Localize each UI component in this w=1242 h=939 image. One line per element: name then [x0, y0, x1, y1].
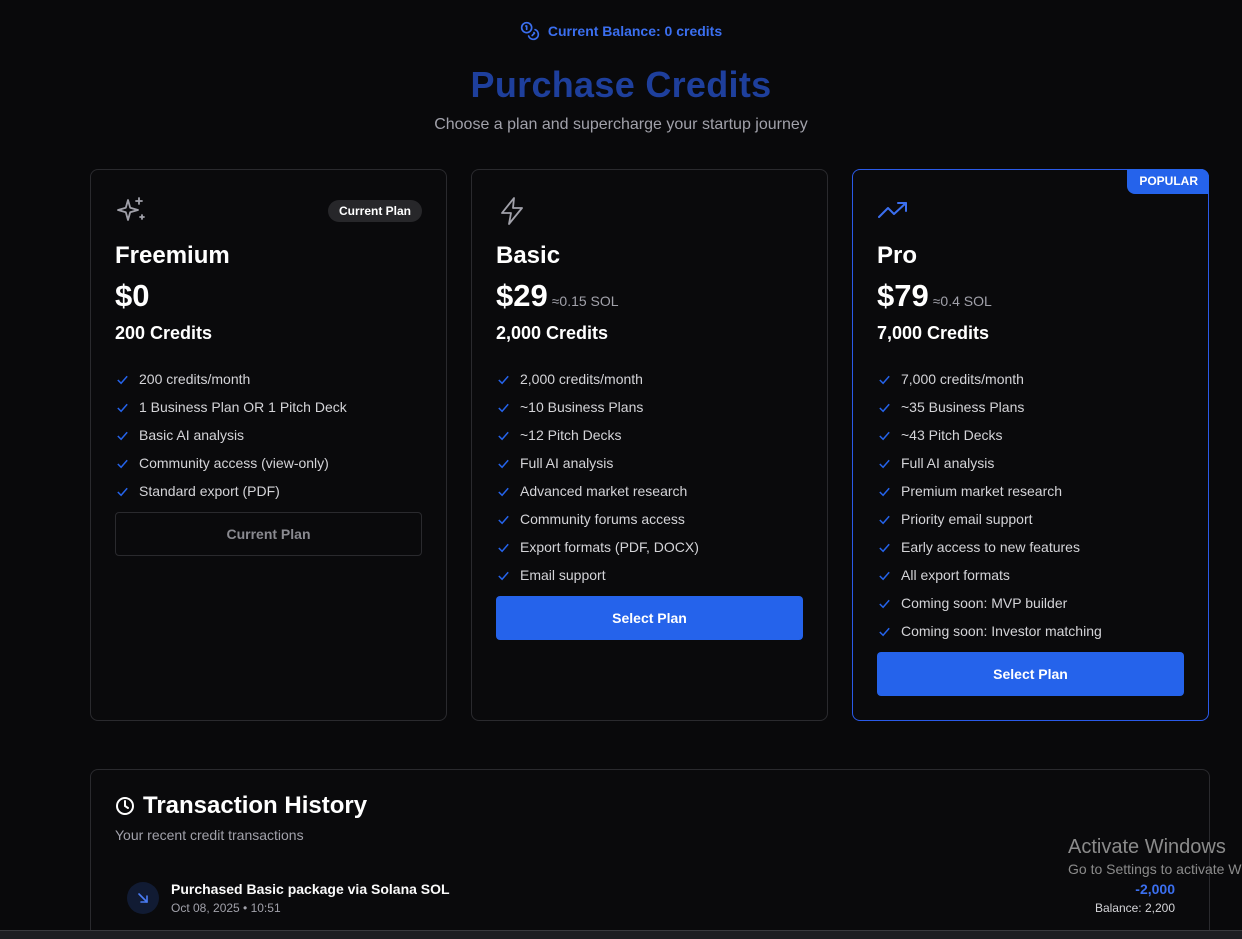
feature-item: Full AI analysis	[877, 449, 1102, 477]
check-icon	[117, 375, 128, 384]
plan-name: Pro	[877, 242, 918, 269]
coins-icon	[520, 21, 539, 41]
transaction-description: Purchased Basic package via Solana SOL	[171, 881, 450, 897]
check-icon	[879, 487, 890, 496]
feature-item: Coming soon: Investor matching	[877, 617, 1102, 645]
feature-item: Export formats (PDF, DOCX)	[496, 533, 699, 561]
feature-item: Email support	[496, 561, 699, 589]
sol-price: ≈0.4 SOL	[932, 293, 992, 309]
check-icon	[879, 543, 890, 552]
purchase-credits-page: Current Balance: 0 credits Purchase Cred…	[0, 0, 1242, 939]
check-icon	[498, 487, 509, 496]
check-icon	[498, 375, 509, 384]
feature-item: Community forums access	[496, 505, 699, 533]
check-icon	[498, 459, 509, 468]
feature-item: Standard export (PDF)	[115, 477, 347, 505]
plan-price: $29	[496, 278, 548, 313]
feature-item: ~43 Pitch Decks	[877, 421, 1102, 449]
feature-item: ~35 Business Plans	[877, 393, 1102, 421]
arrow-down-right-icon	[127, 882, 159, 914]
check-icon	[879, 459, 890, 468]
feature-item: Coming soon: MVP builder	[877, 589, 1102, 617]
plan-name: Basic	[496, 242, 561, 269]
check-icon	[117, 403, 128, 412]
plan-credits: 2,000 Credits	[496, 323, 609, 343]
feature-list: 200 credits/month 1 Business Plan OR 1 P…	[115, 365, 347, 505]
select-plan-button-pro[interactable]: Select Plan	[877, 652, 1184, 696]
plan-price: $0	[115, 278, 150, 313]
history-subtitle: Your recent credit transactions	[115, 827, 304, 843]
transaction-balance: Balance: 2,200	[1094, 901, 1175, 915]
check-icon	[117, 431, 128, 440]
transaction-date: Oct 08, 2025 • 10:51	[171, 901, 281, 915]
plan-credits: 200 Credits	[115, 323, 213, 343]
page-title: Purchase Credits	[470, 64, 772, 105]
transaction-history-card: Transaction History Your recent credit t…	[90, 769, 1210, 939]
bottom-scrollbar[interactable]	[0, 930, 1242, 939]
plan-credits: 7,000 Credits	[877, 323, 990, 343]
feature-list: 2,000 credits/month ~10 Business Plans ~…	[496, 365, 699, 589]
check-icon	[498, 543, 509, 552]
check-icon	[498, 431, 509, 440]
check-icon	[117, 459, 128, 468]
price-row: $0	[115, 278, 149, 314]
current-plan-button[interactable]: Current Plan	[115, 512, 422, 556]
activate-windows-watermark: Activate Windows Go to Settings to activ…	[1068, 836, 1242, 877]
feature-item: 200 credits/month	[115, 365, 347, 393]
check-icon	[879, 515, 890, 524]
price-row: $79 ≈0.4 SOL	[877, 278, 992, 314]
feature-item: All export formats	[877, 561, 1102, 589]
select-plan-button-basic[interactable]: Select Plan	[496, 596, 803, 640]
sol-price: ≈0.15 SOL	[551, 293, 619, 309]
clock-icon	[116, 797, 134, 815]
check-icon	[879, 431, 890, 440]
check-icon	[498, 515, 509, 524]
feature-list: 7,000 credits/month ~35 Business Plans ~…	[877, 365, 1102, 645]
page-subtitle: Choose a plan and supercharge your start…	[434, 116, 808, 133]
feature-item: Priority email support	[877, 505, 1102, 533]
plan-card-freemium: Current Plan Freemium $0 200 Credits 200…	[90, 169, 447, 721]
plan-card-pro: POPULAR Pro $79 ≈0.4 SOL 7,000 Credits 7…	[852, 169, 1209, 721]
feature-item: Basic AI analysis	[115, 421, 347, 449]
feature-item: ~12 Pitch Decks	[496, 421, 699, 449]
plan-price: $79	[877, 278, 929, 313]
check-icon	[879, 375, 890, 384]
history-title: Transaction History	[143, 792, 368, 819]
feature-item: Full AI analysis	[496, 449, 699, 477]
feature-item: Advanced market research	[496, 477, 699, 505]
feature-item: Premium market research	[877, 477, 1102, 505]
history-header: Transaction History	[115, 792, 367, 820]
trending-up-icon	[877, 195, 909, 227]
transaction-amount: -2,000	[1135, 881, 1175, 897]
balance-text: Current Balance: 0 credits	[547, 23, 723, 39]
feature-item: 2,000 credits/month	[496, 365, 699, 393]
check-icon	[879, 627, 890, 636]
feature-item: 7,000 credits/month	[877, 365, 1102, 393]
plan-card-basic: Basic $29 ≈0.15 SOL 2,000 Credits 2,000 …	[471, 169, 828, 721]
feature-item: Community access (view-only)	[115, 449, 347, 477]
check-icon	[498, 571, 509, 580]
check-icon	[117, 487, 128, 496]
current-balance: Current Balance: 0 credits	[0, 21, 1242, 41]
watermark-subtitle: Go to Settings to activate Windows.	[1068, 861, 1242, 877]
sparkles-icon	[115, 195, 147, 227]
popular-badge: POPULAR	[1127, 169, 1209, 194]
watermark-title: Activate Windows	[1068, 836, 1226, 858]
current-plan-badge: Current Plan	[327, 200, 422, 222]
check-icon	[879, 599, 890, 608]
feature-item: ~10 Business Plans	[496, 393, 699, 421]
price-row: $29 ≈0.15 SOL	[496, 278, 619, 314]
feature-item: 1 Business Plan OR 1 Pitch Deck	[115, 393, 347, 421]
feature-item: Early access to new features	[877, 533, 1102, 561]
transaction-row[interactable]: Purchased Basic package via Solana SOL O…	[127, 880, 1175, 920]
check-icon	[498, 403, 509, 412]
plan-name: Freemium	[115, 242, 230, 269]
check-icon	[879, 571, 890, 580]
lightning-icon	[496, 195, 528, 227]
check-icon	[879, 403, 890, 412]
